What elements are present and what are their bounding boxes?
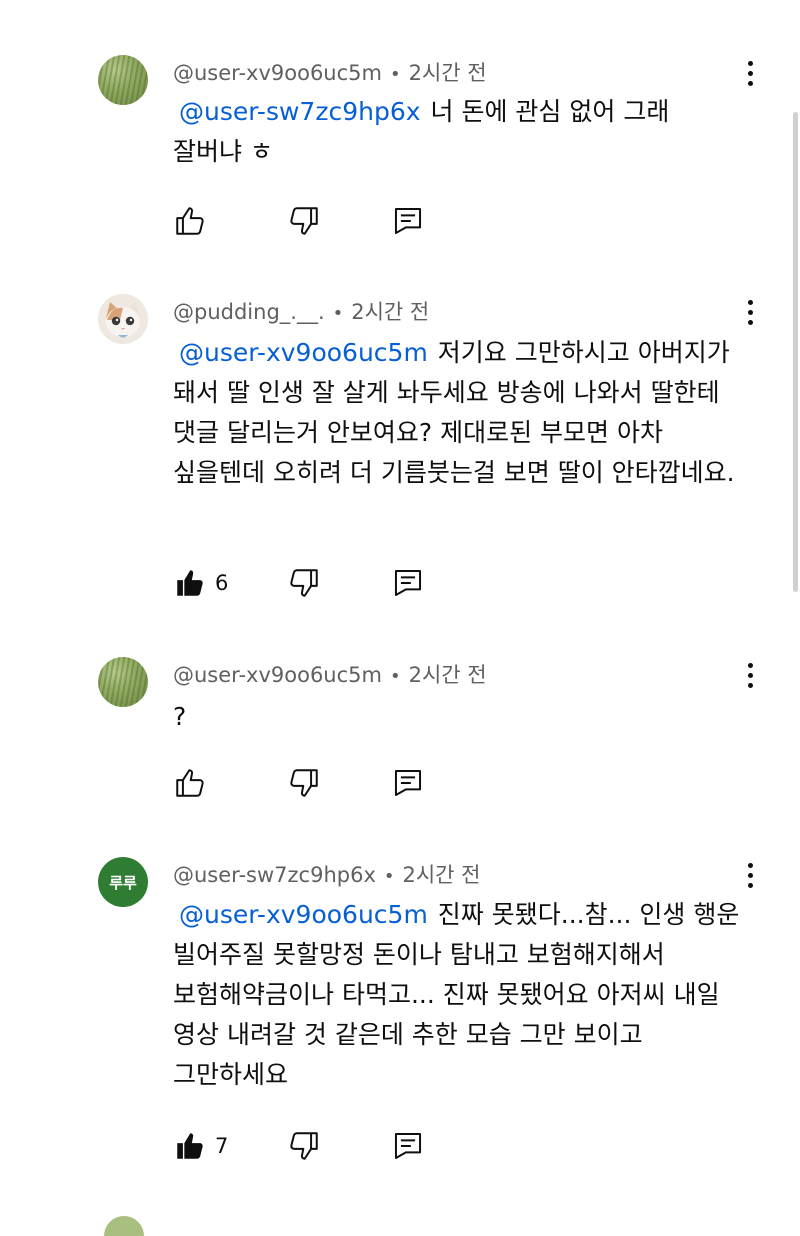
comment-text: @user-sw7zc9hp6x 너 돈에 관심 없어 그래 잘버냐 ㅎ bbox=[173, 92, 743, 172]
comment-body: ? bbox=[173, 702, 187, 731]
thumbs-up-icon bbox=[173, 1129, 207, 1163]
thumbs-up-icon bbox=[173, 766, 207, 800]
comment-header: @user-xv9oo6uc5m • 2시간 전 bbox=[173, 659, 487, 689]
like-button[interactable]: 7 bbox=[173, 1129, 228, 1163]
mention-link[interactable]: @user-sw7zc9hp6x bbox=[173, 97, 421, 126]
thumbs-up-icon bbox=[173, 566, 207, 600]
next-comment-avatar[interactable] bbox=[104, 1216, 144, 1236]
avatar[interactable]: 루루 bbox=[98, 857, 148, 907]
avatar[interactable] bbox=[98, 657, 148, 707]
comment-text: @user-xv9oo6uc5m 저기요 그만하시고 아버지가 돼서 딸 인생 잘… bbox=[173, 333, 743, 493]
comment-time[interactable]: 2시간 전 bbox=[403, 863, 481, 887]
like-count: 6 bbox=[215, 571, 229, 595]
like-button[interactable]: 6 bbox=[173, 566, 228, 600]
comment-text: ? bbox=[173, 697, 743, 737]
comment-actions bbox=[173, 204, 473, 238]
reply-button[interactable] bbox=[391, 1129, 425, 1163]
comment-actions: 7 bbox=[173, 1129, 473, 1163]
reply-button[interactable] bbox=[391, 204, 425, 238]
comment-time[interactable]: 2시간 전 bbox=[409, 61, 487, 85]
reply-icon bbox=[391, 566, 425, 600]
like-button[interactable] bbox=[173, 766, 215, 800]
comment-text: @user-xv9oo6uc5m 진짜 못됐다...참... 인생 행운 빌어주질… bbox=[173, 895, 743, 1095]
dislike-button[interactable] bbox=[287, 1129, 321, 1163]
comment-header: @user-sw7zc9hp6x • 2시간 전 bbox=[173, 859, 481, 889]
comment-header: @pudding_.__. • 2시간 전 bbox=[173, 296, 429, 326]
separator-dot: • bbox=[390, 64, 401, 85]
reply-button[interactable] bbox=[391, 566, 425, 600]
more-vertical-icon[interactable] bbox=[740, 61, 760, 95]
avatar[interactable] bbox=[98, 55, 148, 105]
comment-author[interactable]: @user-xv9oo6uc5m bbox=[173, 61, 382, 85]
reply-icon bbox=[391, 204, 425, 238]
like-button[interactable] bbox=[173, 204, 215, 238]
mention-link[interactable]: @user-xv9oo6uc5m bbox=[173, 338, 428, 367]
reply-button[interactable] bbox=[391, 766, 425, 800]
more-vertical-icon[interactable] bbox=[740, 300, 760, 334]
thumbs-down-icon bbox=[287, 766, 321, 800]
comment-header: @user-xv9oo6uc5m • 2시간 전 bbox=[173, 57, 487, 87]
reply-icon bbox=[391, 766, 425, 800]
thumbs-down-icon bbox=[287, 1129, 321, 1163]
comment-author[interactable]: @pudding_.__. bbox=[173, 300, 325, 324]
cat-avatar-image bbox=[98, 294, 148, 344]
more-vertical-icon[interactable] bbox=[740, 663, 760, 697]
reply-icon bbox=[391, 1129, 425, 1163]
scrollbar[interactable] bbox=[793, 112, 798, 592]
comment-author[interactable]: @user-xv9oo6uc5m bbox=[173, 663, 382, 687]
comment-author[interactable]: @user-sw7zc9hp6x bbox=[173, 863, 376, 887]
mention-link[interactable]: @user-xv9oo6uc5m bbox=[173, 900, 428, 929]
comment-time[interactable]: 2시간 전 bbox=[409, 663, 487, 687]
thumbs-down-icon bbox=[287, 566, 321, 600]
thumbs-down-icon bbox=[287, 204, 321, 238]
thumbs-up-icon bbox=[173, 204, 207, 238]
comment-actions bbox=[173, 766, 473, 800]
separator-dot: • bbox=[383, 866, 395, 887]
comment-actions: 6 bbox=[173, 566, 473, 600]
like-count: 7 bbox=[215, 1134, 229, 1158]
avatar[interactable] bbox=[98, 294, 148, 344]
separator-dot: • bbox=[332, 303, 344, 324]
separator-dot: • bbox=[390, 666, 401, 687]
dislike-button[interactable] bbox=[287, 766, 321, 800]
dislike-button[interactable] bbox=[287, 204, 321, 238]
more-vertical-icon[interactable] bbox=[740, 863, 760, 897]
dislike-button[interactable] bbox=[287, 566, 321, 600]
comment-time[interactable]: 2시간 전 bbox=[351, 300, 429, 324]
